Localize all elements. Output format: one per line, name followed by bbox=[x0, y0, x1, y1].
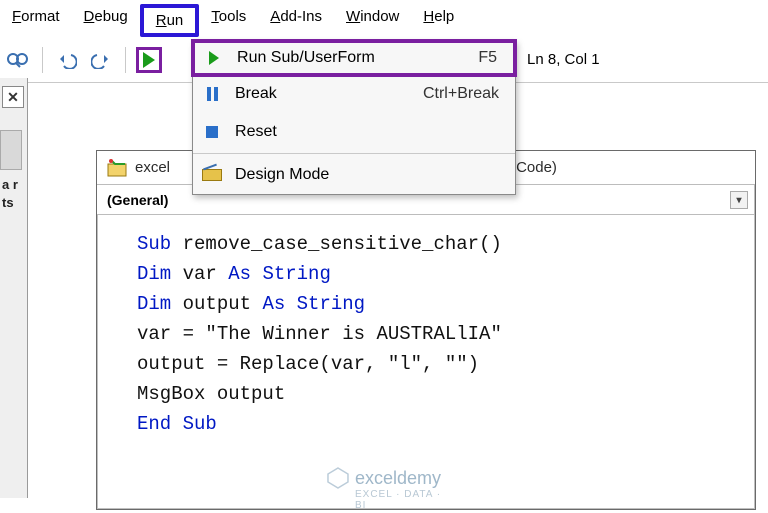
toolbar-separator bbox=[125, 47, 126, 73]
menu-item-run-sub[interactable]: Run Sub/UserForm F5 bbox=[191, 39, 517, 77]
panel-cropped-text: a r ts bbox=[0, 176, 24, 212]
pause-icon bbox=[201, 87, 223, 101]
menu-debug[interactable]: Debug bbox=[72, 4, 140, 37]
menu-item-reset[interactable]: Reset bbox=[193, 113, 515, 151]
find-icon[interactable] bbox=[4, 46, 32, 74]
undo-icon[interactable] bbox=[53, 46, 81, 74]
menu-help[interactable]: Help bbox=[411, 4, 466, 37]
menu-addins[interactable]: Add-Ins bbox=[258, 4, 334, 37]
redo-icon[interactable] bbox=[87, 46, 115, 74]
menu-window[interactable]: Window bbox=[334, 4, 411, 37]
menu-item-design-mode[interactable]: Design Mode bbox=[193, 156, 515, 194]
stop-icon bbox=[201, 126, 223, 138]
design-mode-icon bbox=[201, 169, 223, 181]
menu-run[interactable]: Run bbox=[140, 4, 200, 37]
cursor-position-status: Ln 8, Col 1 bbox=[519, 51, 600, 68]
panel-drag-handle[interactable] bbox=[0, 130, 22, 170]
toolbar-separator bbox=[42, 47, 43, 73]
module-icon bbox=[107, 158, 127, 178]
object-combo-value: (General) bbox=[107, 192, 168, 208]
play-icon bbox=[203, 51, 225, 65]
menu-item-break[interactable]: Break Ctrl+Break bbox=[193, 75, 515, 113]
menu-separator bbox=[193, 153, 515, 154]
run-button[interactable] bbox=[136, 47, 162, 73]
shortcut-label: F5 bbox=[478, 49, 503, 67]
chevron-down-icon[interactable]: ▾ bbox=[730, 191, 748, 209]
shortcut-label: Ctrl+Break bbox=[423, 85, 505, 103]
run-menu-dropdown: Run Sub/UserForm F5 Break Ctrl+Break Res… bbox=[192, 40, 516, 195]
menu-tools[interactable]: Tools bbox=[199, 4, 258, 37]
menu-format[interactable]: Format bbox=[0, 4, 72, 37]
menu-bar: Format Debug Run Tools Add-Ins Window He… bbox=[0, 0, 768, 41]
code-editor[interactable]: Sub remove_case_sensitive_char() Dim var… bbox=[97, 215, 755, 509]
code-window: excel .xlsx - Module1 (Code) (General) ▾… bbox=[96, 150, 756, 510]
play-icon bbox=[143, 52, 155, 68]
close-panel-button[interactable]: ✕ bbox=[2, 86, 24, 108]
window-title-prefix: excel bbox=[135, 159, 170, 176]
